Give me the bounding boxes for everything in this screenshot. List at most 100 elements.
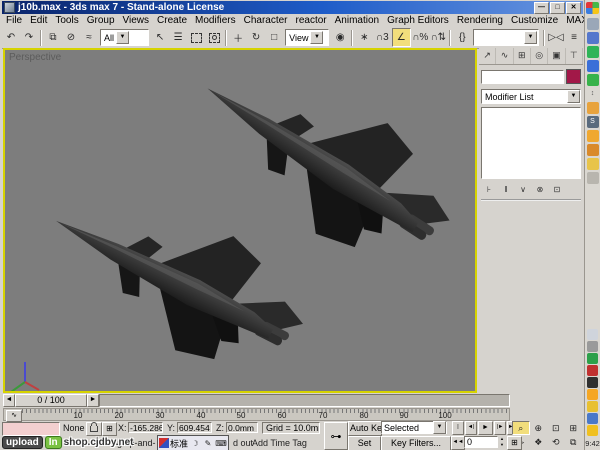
menu-file[interactable]: File — [2, 15, 26, 26]
use-pivot-center-button[interactable]: ◉ — [332, 29, 349, 46]
menu-modifiers[interactable]: Modifiers — [191, 15, 240, 26]
key-mode-toggle[interactable]: ◄◄ — [451, 436, 465, 450]
previous-frame-button[interactable]: ◄| — [465, 421, 477, 435]
ime-toolbar[interactable]: 标准 ☽ ✎ ⌨ — [157, 435, 229, 450]
zoom-all-button[interactable]: ⊕ — [530, 421, 548, 435]
keyboard-tray-icon[interactable] — [587, 329, 598, 340]
snaps-toggle-button[interactable]: ∩3 — [374, 29, 391, 46]
y-coordinate-field[interactable]: 609.454 — [177, 422, 212, 433]
perspective-viewport[interactable]: Perspective — [3, 48, 477, 393]
edit-named-selections-button[interactable]: {} — [454, 29, 471, 46]
keyable-selection-dropdown[interactable]: Selected ▼ — [381, 421, 447, 434]
current-frame-field[interactable]: 0 — [464, 436, 498, 448]
qq-icon[interactable] — [587, 46, 599, 58]
tab-create[interactable]: ↗ — [479, 48, 496, 64]
set-key-button[interactable]: Set Key — [348, 436, 381, 450]
chevron-down-icon[interactable]: ▼ — [310, 31, 323, 44]
menu-customize[interactable]: Customize — [507, 15, 562, 26]
app-window-icon[interactable] — [587, 18, 599, 30]
clock-tray-icon[interactable] — [587, 341, 598, 352]
chevron-down-icon[interactable]: ▼ — [433, 421, 446, 434]
modifier-list-dropdown[interactable]: Modifier List ▼ — [481, 89, 581, 104]
unlink-selection-button[interactable]: ⊘ — [63, 29, 80, 46]
menu-create[interactable]: Create — [153, 15, 191, 26]
selection-filter-dropdown[interactable]: All ▼ — [100, 29, 149, 46]
select-object-button[interactable]: ↖ — [152, 29, 169, 46]
black-tray-icon[interactable] — [587, 377, 598, 388]
image-viewer-taskbutton[interactable] — [587, 144, 599, 156]
menu-tools[interactable]: Tools — [51, 15, 82, 26]
select-and-scale-button[interactable]: □ — [266, 29, 283, 46]
zoom-extents-all-button[interactable]: ⊞ — [565, 421, 583, 435]
z-coordinate-field[interactable]: 0.0mm — [226, 422, 258, 433]
zoom-extents-button[interactable]: ⊡ — [547, 421, 565, 435]
play-button[interactable]: ► — [478, 421, 493, 435]
padlock-tray-icon[interactable] — [587, 401, 598, 412]
warning-tray-icon[interactable] — [587, 425, 598, 436]
percent-snap-button[interactable]: ∩% — [412, 29, 429, 46]
green-app-icon[interactable] — [587, 74, 599, 86]
time-slider-handle[interactable]: 0 / 100 — [15, 394, 87, 407]
collapse-arrows-icon[interactable]: ↕ — [587, 88, 599, 100]
ime-mode-label[interactable]: 标准 — [170, 437, 188, 450]
angle-snap-toggle-button[interactable]: ∠ — [392, 28, 411, 47]
maximize-button[interactable]: □ — [550, 2, 565, 14]
menu-character[interactable]: Character — [240, 15, 292, 26]
object-color-swatch[interactable] — [566, 69, 581, 84]
start-button[interactable] — [586, 2, 599, 14]
image-viewer-taskbutton[interactable] — [587, 102, 599, 114]
3dsmax-taskbutton[interactable]: S — [587, 116, 599, 128]
ime-pen-icon[interactable]: ✎ — [202, 439, 214, 448]
window-crossing-button[interactable] — [206, 29, 223, 46]
spinner-snap-button[interactable]: ∩⇅ — [430, 29, 447, 46]
printer-icon[interactable] — [587, 172, 599, 184]
select-and-move-button[interactable]: ＋ — [230, 29, 247, 46]
ime-moon-icon[interactable]: ☽ — [189, 439, 201, 448]
title-bar[interactable]: j10b.max - 3ds max 7 - Stand-alone Licen… — [2, 1, 583, 14]
chevron-down-icon[interactable]: ▼ — [567, 90, 580, 103]
align-button[interactable]: ≡ — [566, 29, 583, 46]
viewport-label[interactable]: Perspective — [9, 52, 61, 63]
go-to-start-button[interactable]: |◄◄ — [452, 421, 464, 435]
chevron-down-icon[interactable]: ▼ — [116, 31, 129, 44]
modifier-stack-list[interactable] — [481, 107, 581, 179]
make-unique-button[interactable]: ∨ — [515, 182, 531, 196]
tab-hierarchy[interactable]: ⊞ — [514, 48, 531, 64]
zoom-button[interactable]: ⌕ — [512, 421, 530, 435]
internet-globe-icon[interactable] — [587, 60, 599, 72]
mirror-button[interactable]: ▷◁ — [548, 29, 565, 46]
redo-button[interactable]: ↷ — [21, 29, 38, 46]
tab-modify[interactable]: ∿ — [496, 48, 513, 64]
minimize-button[interactable]: — — [534, 2, 549, 14]
select-and-link-button[interactable]: ⧉ — [45, 29, 62, 46]
menu-group[interactable]: Group — [83, 15, 119, 26]
next-frame-arrow[interactable]: ► — [87, 394, 99, 407]
selection-lock-toggle[interactable] — [86, 422, 102, 436]
select-and-manipulate-button[interactable]: ∗ — [356, 29, 373, 46]
close-button[interactable]: ✕ — [566, 2, 581, 14]
absolute-offset-toggle[interactable]: ⊞ — [102, 422, 117, 436]
previous-frame-arrow[interactable]: ◄ — [3, 394, 15, 407]
reference-coordinate-dropdown[interactable]: View ▼ — [285, 29, 329, 46]
tab-motion[interactable]: ◎ — [531, 48, 548, 64]
next-frame-button[interactable]: |► — [494, 421, 506, 435]
configure-modifier-sets-button[interactable]: ⊡ — [549, 182, 565, 196]
named-selection-dropdown[interactable]: ▼ — [473, 29, 539, 46]
object-name-field[interactable] — [481, 70, 564, 84]
menu-graph-editors[interactable]: Graph Editors — [383, 15, 453, 26]
ime-keyboard-icon[interactable]: ⌨ — [215, 439, 227, 448]
auto-key-button[interactable]: Auto Key — [348, 421, 382, 436]
rectangular-selection-region-button[interactable] — [188, 29, 205, 46]
frame-spinner[interactable]: ▲ ▼ — [498, 436, 506, 448]
key-filters-button[interactable]: Key Filters... — [381, 436, 451, 450]
select-by-name-button[interactable]: ☰ — [170, 29, 187, 46]
add-time-tag[interactable]: Add Time Tag — [252, 438, 307, 448]
menu-rendering[interactable]: Rendering — [453, 15, 507, 26]
orange-tray-icon[interactable] — [587, 389, 598, 400]
image-viewer-taskbutton[interactable] — [587, 130, 599, 142]
time-slider-track[interactable] — [99, 394, 510, 407]
folder-icon[interactable] — [587, 158, 599, 170]
undo-button[interactable]: ↶ — [3, 29, 20, 46]
tab-utilities[interactable]: ⊤ — [566, 48, 583, 64]
maxscript-mini-listener[interactable] — [2, 422, 60, 436]
